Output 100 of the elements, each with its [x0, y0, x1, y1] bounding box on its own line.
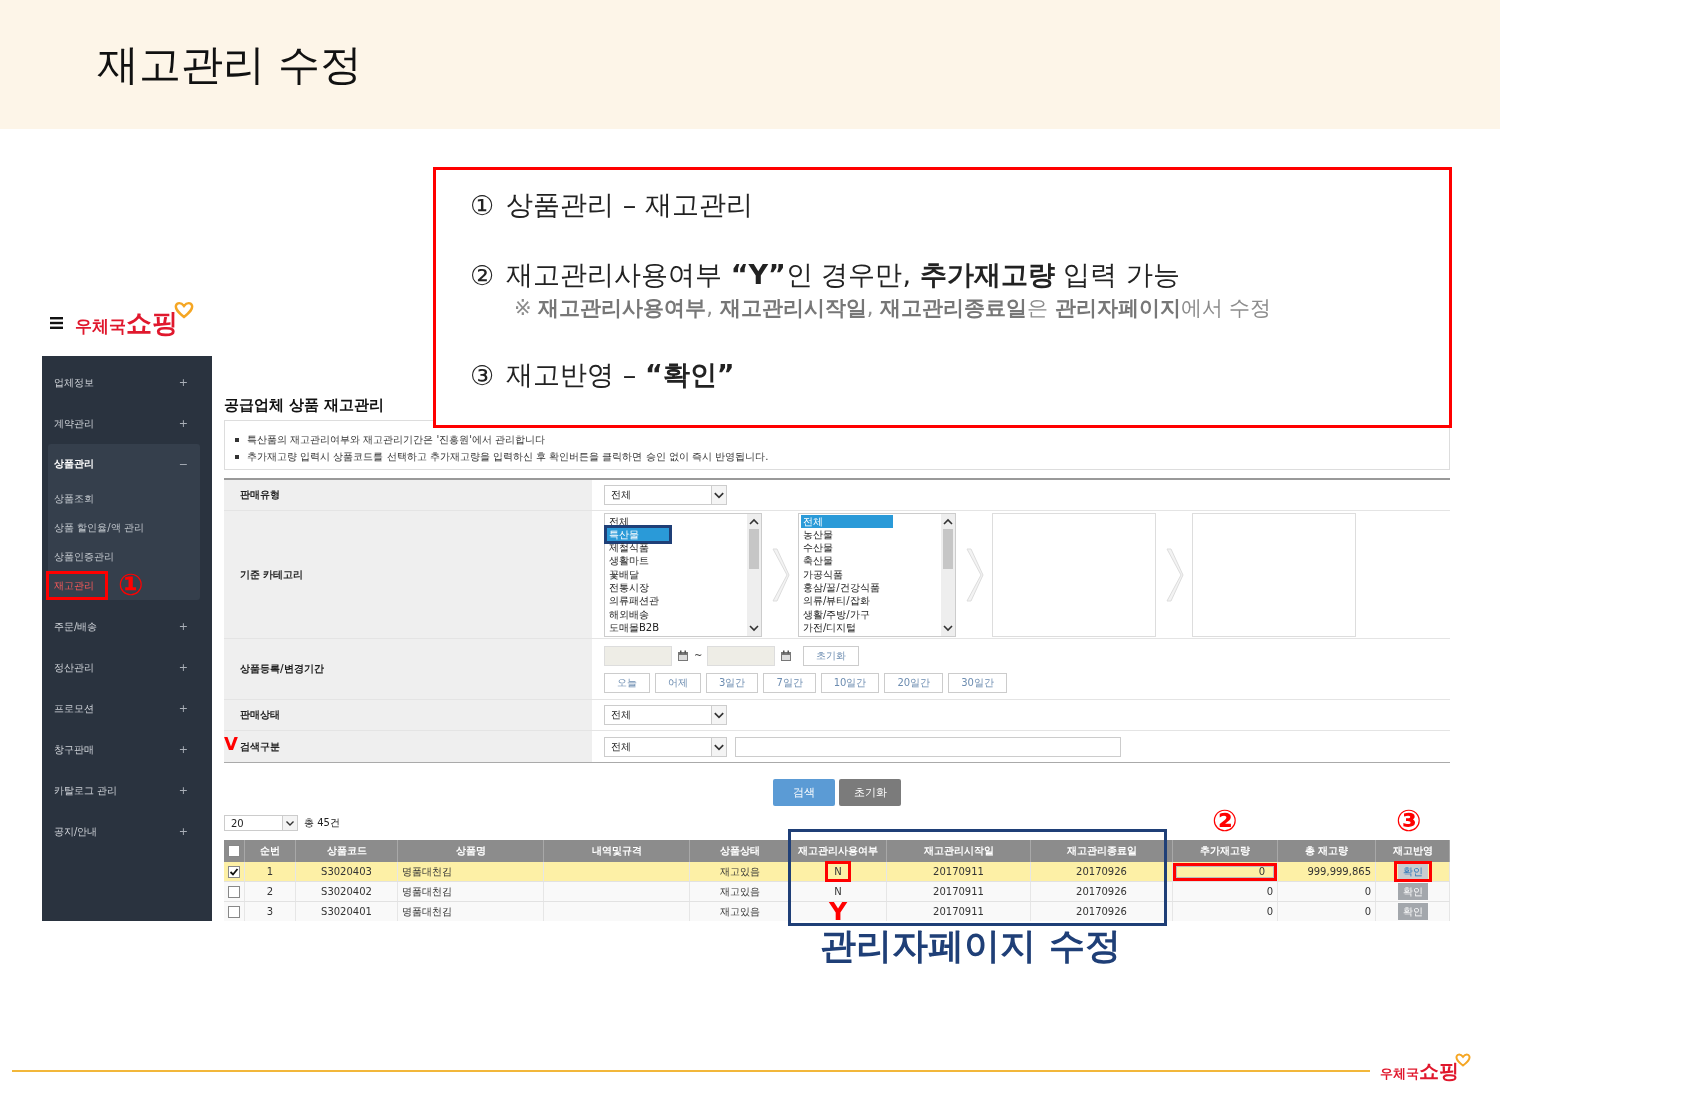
menu-item[interactable]: 계약관리	[54, 416, 94, 431]
page-title: 공급업체 상품 재고관리	[224, 395, 386, 415]
page-size-select[interactable]: 20	[224, 815, 298, 831]
table-cell: 20170911	[887, 862, 1031, 881]
list-option[interactable]: 전통시장	[607, 581, 745, 595]
checkbox[interactable]	[228, 865, 240, 878]
submenu-item[interactable]: 상품 할인율/액 관리	[48, 513, 148, 542]
expand-toggle[interactable]: +	[178, 376, 188, 389]
annotation-text: 관리자페이지 수정	[820, 928, 1121, 964]
checkbox[interactable]	[228, 905, 240, 918]
table-cell: 999,999,865	[1278, 862, 1376, 881]
range-button[interactable]: 7일간	[763, 672, 816, 693]
field-label: 상품등록/변경기간	[224, 639, 592, 699]
table-cell: 0	[1278, 902, 1376, 921]
logo-text[interactable]: 우체국쇼핑	[75, 305, 178, 341]
check-mark: V	[224, 735, 238, 753]
table-row[interactable]: 3 S3020401 명품대천김 재고있음 Y 20170911 20170926 0 0 확인	[224, 902, 1450, 921]
menu-item[interactable]: 정산관리	[54, 660, 94, 675]
select-field[interactable]: 전체	[604, 736, 727, 757]
table-cell: 20170926	[1031, 862, 1173, 881]
reset-button[interactable]: 초기화	[839, 779, 901, 806]
field-label: 판매유형	[224, 480, 592, 510]
table-cell: S3020401	[296, 902, 398, 921]
checkbox[interactable]	[228, 885, 240, 898]
list-option[interactable]: 제철식품	[607, 541, 745, 555]
menu-item[interactable]: 업체정보	[54, 375, 94, 390]
notice-text: 추가재고량 입력시 상품코드를 선택하고 추가재고량을 입력하신 후 확인버튼을 클릭하면 승인 없이 즉시 반영됩니다.	[247, 450, 769, 464]
step-marker: ②	[1212, 806, 1238, 836]
table-cell: 20170926	[1031, 882, 1173, 901]
menu-item[interactable]: 프로모션	[54, 701, 94, 716]
table-cell: S3020403	[296, 862, 398, 881]
date-field[interactable]	[604, 645, 672, 666]
search-field[interactable]	[735, 736, 1121, 757]
range-button[interactable]: 10일간	[820, 672, 880, 693]
expand-toggle[interactable]: +	[178, 702, 188, 715]
list-option[interactable]: 축산물	[801, 554, 939, 568]
reset-button[interactable]: 초기화	[803, 645, 860, 666]
range-button[interactable]: 20일간	[884, 672, 944, 693]
highlight-frame	[46, 571, 108, 600]
submenu-item[interactable]: 상품조회	[48, 484, 98, 513]
heart-icon	[174, 299, 194, 320]
caret-down-icon[interactable]	[749, 623, 759, 632]
expand-toggle[interactable]: +	[178, 825, 188, 838]
submenu-item[interactable]: 상품인증관리	[48, 542, 118, 571]
list-option[interactable]: 도매몰B2B	[607, 620, 745, 635]
list-option[interactable]: 꽃배달	[607, 567, 745, 581]
menu-item[interactable]: 공지/안내	[54, 824, 98, 839]
range-button[interactable]: 오늘	[604, 672, 650, 693]
expand-toggle[interactable]: +	[178, 661, 188, 674]
list-option[interactable]: 가공식품	[801, 567, 939, 581]
calendar-icon[interactable]	[677, 649, 689, 662]
quantity-field[interactable]: 0	[1176, 865, 1274, 878]
select-field[interactable]: 전체	[604, 705, 727, 725]
list-option[interactable]: 의류패션관	[607, 594, 745, 608]
table-cell: N	[790, 882, 887, 901]
scrollbar-thumb[interactable]	[943, 528, 953, 569]
table-cell: 재고있음	[690, 882, 790, 901]
list-option[interactable]: 생활/주방/가구	[801, 607, 939, 621]
category-listbox[interactable]: 전체 농산물 수산물 축산물 가공식품 홍삼/꿀/건강식품 의류/뷰티/잡화 생활/주방/가구 가전/디지털	[798, 512, 956, 637]
list-option[interactable]: 수산물	[801, 541, 939, 555]
expand-toggle[interactable]: +	[178, 620, 188, 633]
scrollbar[interactable]	[941, 513, 955, 636]
menu-icon[interactable]	[50, 317, 63, 329]
step-number: ③	[470, 359, 495, 391]
range-button[interactable]: 3일간	[706, 672, 759, 693]
list-option[interactable]: 농산물	[801, 527, 939, 542]
list-option[interactable]: 해외배송	[607, 607, 745, 621]
list-option[interactable]: 가전/디지털	[801, 620, 939, 635]
table-cell: S3020402	[296, 882, 398, 901]
list-option[interactable]: 생활마트	[607, 554, 745, 568]
checkbox[interactable]	[228, 845, 240, 857]
menu-item[interactable]: 상품관리	[54, 457, 94, 471]
expand-toggle[interactable]: +	[178, 417, 188, 430]
table-cell: 명품대천김	[398, 862, 544, 881]
field-label: 판매상태	[224, 700, 592, 730]
date-field[interactable]	[707, 645, 776, 666]
step-number: ②	[470, 259, 495, 291]
list-option[interactable]: 홍삼/꿀/건강식품	[801, 581, 939, 595]
menu-item[interactable]: 창구판매	[54, 742, 94, 757]
table-row[interactable]: 1 S3020403 명품대천김 재고있음 N 20170911 20170926 0 999,999,865 확인	[224, 862, 1450, 882]
select-field[interactable]: 전체	[604, 485, 727, 505]
table-row[interactable]: 2 S3020402 명품대천김 재고있음 N 20170911 20170926 0 0 확인	[224, 882, 1450, 902]
menu-item[interactable]: 카탈로그 관리	[54, 783, 118, 798]
bullet-icon	[235, 455, 239, 459]
scrollbar[interactable]	[747, 513, 761, 636]
expand-toggle[interactable]: +	[178, 743, 188, 756]
caret-up-icon[interactable]	[749, 517, 759, 526]
collapse-toggle[interactable]: −	[178, 457, 188, 471]
scrollbar-thumb[interactable]	[749, 528, 759, 569]
list-option[interactable]: 의류/뷰티/잡화	[801, 594, 939, 608]
caret-down-icon[interactable]	[943, 623, 953, 632]
range-button[interactable]: 어제	[655, 672, 701, 693]
calendar-icon[interactable]	[780, 649, 793, 662]
table-cell: 1	[245, 862, 296, 881]
expand-toggle[interactable]: +	[178, 784, 188, 797]
submenu-item[interactable]: 재고관리	[48, 571, 98, 600]
menu-item[interactable]: 주문/배송	[54, 619, 98, 634]
range-button[interactable]: 30일간	[948, 672, 1007, 693]
caret-up-icon[interactable]	[943, 517, 953, 526]
step-text: 재고반영 – “확인”	[506, 358, 735, 392]
